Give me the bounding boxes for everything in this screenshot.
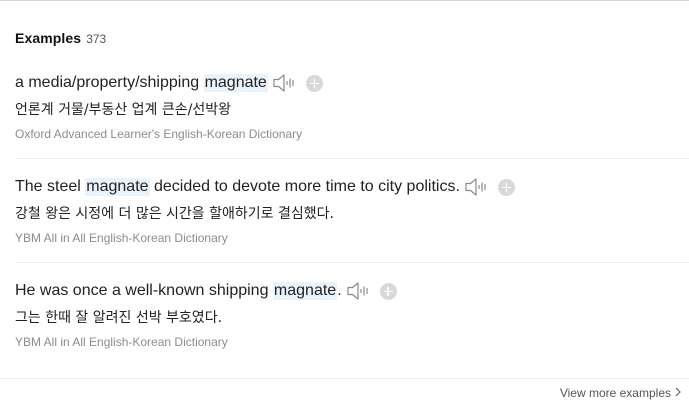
example-item: The steel magnate decided to devote more… xyxy=(15,174,689,246)
highlighted-keyword: magnate xyxy=(272,282,338,300)
examples-title: Examples xyxy=(15,30,82,46)
example-translation: 언론계 거물/부동산 업계 큰손/선박왕 xyxy=(15,102,231,118)
example-translation: 그는 한때 잘 알려진 선박 부호였다. xyxy=(15,310,223,326)
add-to-wordbook-icon[interactable] xyxy=(379,282,397,300)
speaker-icon[interactable] xyxy=(346,280,372,302)
example-sentence: He was once a well-known shipping magnat… xyxy=(15,278,689,304)
speaker-icon[interactable] xyxy=(272,72,298,94)
chevron-right-icon xyxy=(675,386,681,400)
highlighted-keyword: magnate xyxy=(203,74,268,92)
examples-panel: Examples 373 a media/property/shipping m… xyxy=(0,0,689,409)
example-sentence: a media/property/shipping magnate xyxy=(15,70,689,96)
sentence-text: He was once a well-known shipping xyxy=(15,282,273,299)
examples-count: 373 xyxy=(86,32,107,46)
sentence-text: decided to devote more time to city poli… xyxy=(149,178,460,195)
example-source: YBM All in All English-Korean Dictionary xyxy=(15,231,228,245)
sentence-text: . xyxy=(337,282,342,299)
highlighted-keyword: magnate xyxy=(85,178,150,196)
example-source: YBM All in All English-Korean Dictionary xyxy=(15,335,228,349)
footer-divider xyxy=(0,378,689,379)
sentence-text: a media/property/shipping xyxy=(15,74,204,91)
sentence-text: The steel xyxy=(15,178,86,195)
add-to-wordbook-icon[interactable] xyxy=(305,74,323,92)
example-source: Oxford Advanced Learner's English-Korean… xyxy=(15,127,303,141)
view-more-examples-link[interactable]: View more examples xyxy=(560,386,681,400)
divider xyxy=(15,158,689,159)
example-sentence: The steel magnate decided to devote more… xyxy=(15,174,689,200)
examples-header: Examples 373 xyxy=(15,30,106,46)
view-more-label: View more examples xyxy=(559,386,671,400)
speaker-icon[interactable] xyxy=(464,176,490,198)
example-item: a media/property/shipping magnate 언론계 거물… xyxy=(15,70,689,142)
divider xyxy=(15,262,689,263)
example-item: He was once a well-known shipping magnat… xyxy=(15,278,689,350)
add-to-wordbook-icon[interactable] xyxy=(497,178,515,196)
example-translation: 강철 왕은 시정에 더 많은 시간을 할애하기로 결심했다. xyxy=(15,206,334,222)
